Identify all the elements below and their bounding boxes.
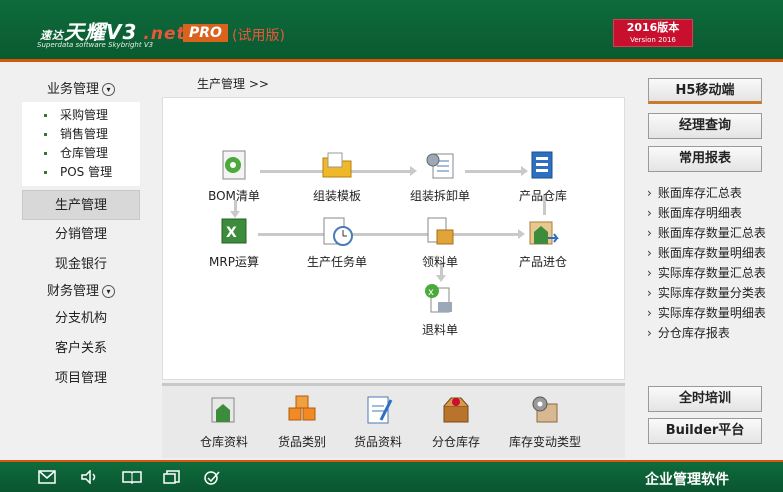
builder-platform-button[interactable]: Builder平台 <box>648 418 762 444</box>
base-item-stock-change-type[interactable]: 库存变动类型 <box>505 392 585 450</box>
folder-icon <box>320 148 354 182</box>
gear-list-icon <box>423 148 457 182</box>
report-list: 账面库存汇总表 账面库存明细表 账面库存数量汇总表 账面库存数量明细表 实际库存… <box>647 183 777 343</box>
report-link[interactable]: 账面库存数量汇总表 <box>647 223 777 243</box>
nav-item-distribution[interactable]: 分销管理 <box>22 220 140 250</box>
clock-document-icon <box>320 214 354 248</box>
check-circle-icon[interactable] <box>203 470 221 486</box>
flow-node-product-warehouse[interactable]: 产品仓库 <box>498 148 588 204</box>
svg-text:x: x <box>428 287 434 298</box>
base-item-goods-data[interactable]: 货品资料 <box>338 392 418 450</box>
nav-item-production[interactable]: 生产管理 <box>22 190 140 220</box>
version-badge: 2016版本 Version 2016 <box>613 19 693 47</box>
mail-icon[interactable] <box>38 470 56 486</box>
material-pick-icon <box>423 214 457 248</box>
submenu-item-pos[interactable]: POS 管理 <box>22 163 140 182</box>
warehouse-in-icon <box>526 214 560 248</box>
flow-node-assembly-template[interactable]: 组装模板 <box>292 148 382 204</box>
spreadsheet-icon: X <box>217 214 251 248</box>
report-link[interactable]: 账面库存数量明细表 <box>647 243 777 263</box>
flow-node-mrp[interactable]: X MRP运算 <box>189 214 279 270</box>
report-link[interactable]: 分仓库存报表 <box>647 323 777 343</box>
pen-document-icon <box>361 392 395 426</box>
report-link[interactable]: 实际库存数量汇总表 <box>647 263 777 283</box>
breadcrumb: 生产管理 >> <box>197 77 269 91</box>
flow-node-material-pick[interactable]: 领料单 <box>395 214 485 270</box>
boxes-icon <box>285 392 319 426</box>
material-return-icon: x <box>423 282 457 316</box>
nav-item-project[interactable]: 项目管理 <box>22 364 140 394</box>
nav-item-crm[interactable]: 客户关系 <box>22 334 140 364</box>
submenu-item-purchase[interactable]: 采购管理 <box>22 106 140 125</box>
gear-box-icon <box>528 392 562 426</box>
common-reports-button[interactable]: 常用报表 <box>648 146 762 172</box>
chevron-down-icon: ▾ <box>102 83 115 96</box>
base-item-branch-stock[interactable]: 分仓库存 <box>416 392 496 450</box>
manager-query-button[interactable]: 经理查询 <box>648 113 762 139</box>
book-icon[interactable] <box>122 470 142 486</box>
open-box-icon <box>439 392 473 426</box>
nav-group-business[interactable]: 业务管理 ▾ <box>22 78 140 102</box>
training-button[interactable]: 全时培训 <box>648 386 762 412</box>
base-item-goods-category[interactable]: 货品类别 <box>262 392 342 450</box>
submenu-item-sales[interactable]: 销售管理 <box>22 125 140 144</box>
report-link[interactable]: 账面库存明细表 <box>647 203 777 223</box>
warehouse-icon <box>207 392 241 426</box>
flow-node-assembly-disassembly[interactable]: 组装拆卸单 <box>395 148 485 204</box>
gear-document-icon <box>217 148 251 182</box>
flow-node-production-task[interactable]: 生产任务单 <box>292 214 382 270</box>
nav-item-branch[interactable]: 分支机构 <box>22 304 140 334</box>
left-nav: 业务管理 ▾ 采购管理 销售管理 仓库管理 POS 管理 生产管理 分销管理 现金… <box>22 78 140 394</box>
app-header: 速达天耀V3 .net Superdata software Skybright … <box>0 0 783 62</box>
logo-subtitle: Superdata software Skybright V3 <box>37 41 154 49</box>
flow-node-material-return[interactable]: x 退料单 <box>395 282 485 338</box>
product-warehouse-icon <box>526 148 560 182</box>
nav-item-cash-bank[interactable]: 现金银行 <box>22 250 140 280</box>
nav-group-finance[interactable]: 财务管理 ▾ <box>22 280 140 304</box>
flow-node-bom[interactable]: BOM清单 <box>189 148 279 204</box>
svg-text:X: X <box>226 225 237 241</box>
documents-icon[interactable] <box>163 470 181 486</box>
footer-product-label: 企业管理软件 <box>645 472 729 488</box>
report-link[interactable]: 账面库存汇总表 <box>647 183 777 203</box>
h5-mobile-button[interactable]: H5移动端 <box>648 78 762 104</box>
flow-node-product-in[interactable]: 产品进仓 <box>498 214 588 270</box>
pro-badge: PRO <box>183 24 228 42</box>
speaker-icon[interactable] <box>80 469 98 486</box>
app-footer: 企业管理软件 <box>0 460 783 492</box>
submenu-item-warehouse[interactable]: 仓库管理 <box>22 144 140 163</box>
report-link[interactable]: 实际库存数量分类表 <box>647 283 777 303</box>
base-item-warehouse-data[interactable]: 仓库资料 <box>184 392 264 450</box>
chevron-down-icon: ▾ <box>102 285 115 298</box>
business-submenu: 采购管理 销售管理 仓库管理 POS 管理 <box>22 102 140 186</box>
trial-label: (试用版) <box>232 28 285 44</box>
flow-arrow <box>436 275 446 282</box>
report-link[interactable]: 实际库存数量明细表 <box>647 303 777 323</box>
